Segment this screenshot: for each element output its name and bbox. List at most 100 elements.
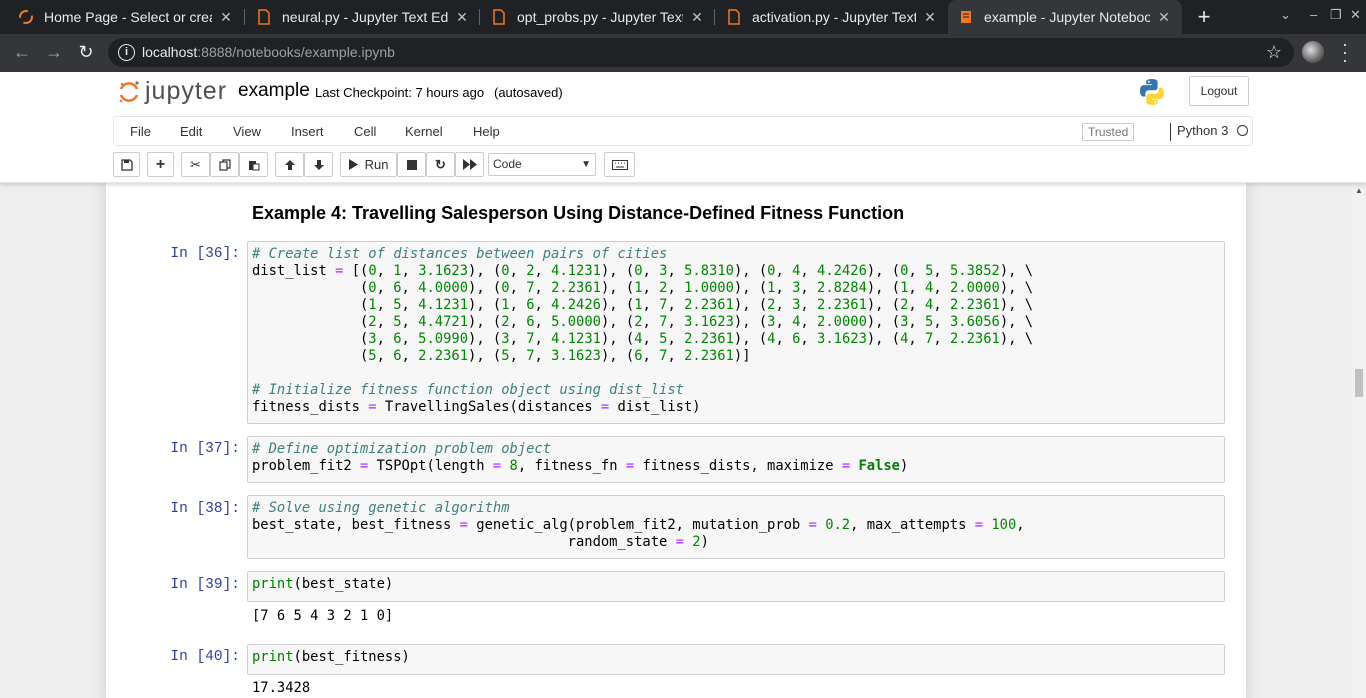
jupyter-header: jupyter example Last Checkpoint: 7 hours… <box>0 72 1366 183</box>
code-cell-39[interactable]: print(best_state) <box>247 571 1225 602</box>
save-icon <box>120 159 133 171</box>
close-icon[interactable]: ✕ <box>922 9 938 26</box>
file-icon <box>728 9 740 25</box>
code-cell-40[interactable]: print(best_fitness) <box>247 644 1225 675</box>
autosave-status: (autosaved) <box>494 85 563 100</box>
tab-example-notebook[interactable]: example - Jupyter Notebook ✕ <box>948 0 1182 34</box>
tab-opt-probs-py[interactable]: opt_probs.py - Jupyter Text Editor ✕ <box>481 0 715 34</box>
chevron-down-icon: ▼ <box>581 159 591 170</box>
bookmark-star-icon[interactable]: ☆ <box>1266 42 1282 63</box>
plus-icon: + <box>155 156 166 173</box>
tab-title: activation.py - Jupyter Text Editor <box>752 9 916 25</box>
code-editor[interactable]: print(best_state) <box>248 572 1224 597</box>
menu-help[interactable]: Help <box>473 124 500 139</box>
tab-title: neural.py - Jupyter Text Editor <box>282 9 448 25</box>
cell-output: 17.3428 <box>252 680 311 696</box>
arrow-up-icon <box>284 160 295 170</box>
menu-view[interactable]: View <box>233 124 261 139</box>
save-button[interactable] <box>113 152 140 177</box>
cell-prompt: In [37]: <box>170 441 240 457</box>
paste-button[interactable] <box>239 152 268 177</box>
move-up-button[interactable] <box>275 152 304 177</box>
code-cell-38[interactable]: # Solve using genetic algorithm best_sta… <box>247 495 1225 559</box>
close-icon[interactable]: ✕ <box>218 9 234 26</box>
address-bar: ← → ↻ i localhost:8888/notebooks/example… <box>0 34 1366 72</box>
close-icon[interactable]: ✕ <box>1156 9 1172 26</box>
run-label: Run <box>364 157 389 172</box>
browser-tab-bar: Home Page - Select or create ✕ neural.py… <box>0 0 1366 34</box>
forward-arrow-icon[interactable]: → <box>43 42 65 63</box>
code-editor[interactable]: # Create list of distances between pairs… <box>248 242 1224 420</box>
cell-type-value: Code <box>493 157 522 171</box>
tab-divider <box>244 9 245 25</box>
kernel-status-icon <box>1237 125 1248 136</box>
arrow-down-icon <box>313 160 324 170</box>
close-icon[interactable]: ✕ <box>454 9 470 26</box>
tab-activation-py[interactable]: activation.py - Jupyter Text Editor ✕ <box>716 0 948 34</box>
trusted-badge[interactable]: Trusted <box>1082 123 1135 141</box>
tab-home-page[interactable]: Home Page - Select or create ✕ <box>8 0 244 34</box>
window-close-icon[interactable]: ✕ <box>1350 7 1361 23</box>
stop-icon <box>406 160 417 170</box>
cut-button[interactable]: ✂ <box>181 152 210 177</box>
kernel-name[interactable]: Python 3 <box>1170 123 1228 141</box>
cell-type-select[interactable]: Code ▼ <box>488 153 596 176</box>
notebook-icon <box>961 11 971 23</box>
checkpoint-status: Last Checkpoint: 7 hours ago <box>315 85 485 100</box>
file-icon <box>258 9 270 25</box>
jupyter-wordmark: jupyter <box>145 77 228 105</box>
jupyter-icon <box>19 10 33 24</box>
site-info-icon[interactable]: i <box>118 44 135 61</box>
maximize-icon[interactable]: ❐ <box>1330 7 1342 23</box>
command-palette-button[interactable] <box>604 152 635 177</box>
url-input[interactable]: i localhost:8888/notebooks/example.ipynb… <box>108 38 1294 67</box>
scroll-up-icon[interactable]: ▲ <box>1355 186 1363 195</box>
scrollbar-thumb[interactable] <box>1355 369 1363 397</box>
logout-button[interactable]: Logout <box>1189 76 1249 106</box>
back-arrow-icon[interactable]: ← <box>11 42 33 63</box>
move-down-button[interactable] <box>304 152 333 177</box>
restart-button[interactable]: ↻ <box>426 152 455 177</box>
play-icon <box>349 159 358 170</box>
restart-run-all-button[interactable] <box>455 152 484 177</box>
close-icon[interactable]: ✕ <box>689 9 705 26</box>
url-text[interactable]: localhost:8888/notebooks/example.ipynb <box>142 44 395 60</box>
code-cell-36[interactable]: # Create list of distances between pairs… <box>247 241 1225 424</box>
cell-output: [7 6 5 4 3 2 1 0] <box>252 608 394 624</box>
code-editor[interactable]: # Solve using genetic algorithm best_sta… <box>248 496 1224 555</box>
notebook-name[interactable]: example <box>238 80 310 102</box>
copy-icon <box>218 159 231 171</box>
menu-insert[interactable]: Insert <box>291 124 324 139</box>
tab-title: opt_probs.py - Jupyter Text Editor <box>517 9 683 25</box>
browser-menu-icon[interactable]: · · · <box>1340 35 1350 69</box>
menu-kernel[interactable]: Kernel <box>405 124 443 139</box>
run-button[interactable]: Run <box>340 152 397 177</box>
menu-edit[interactable]: Edit <box>180 124 202 139</box>
markdown-heading: Example 4: Travelling Salesperson Using … <box>252 203 905 223</box>
tab-divider <box>479 9 480 25</box>
code-editor[interactable]: # Define optimization problem object pro… <box>248 437 1224 479</box>
cell-prompt: In [40]: <box>170 649 240 665</box>
menu-file[interactable]: File <box>130 124 151 139</box>
minimize-icon[interactable]: – <box>1310 7 1317 22</box>
code-editor[interactable]: print(best_fitness) <box>248 645 1224 670</box>
copy-button[interactable] <box>210 152 239 177</box>
interrupt-button[interactable] <box>397 152 426 177</box>
restart-icon: ↻ <box>435 157 446 172</box>
scrollbar[interactable]: ▲ <box>1352 183 1366 698</box>
cell-prompt: In [39]: <box>170 577 240 593</box>
insert-cell-button[interactable]: + <box>147 152 174 177</box>
jupyter-logo[interactable]: jupyter <box>118 77 227 106</box>
profile-avatar[interactable] <box>1302 41 1324 63</box>
menu-cell[interactable]: Cell <box>354 124 376 139</box>
python-logo-icon <box>1140 79 1164 105</box>
tab-divider <box>714 9 715 25</box>
tab-search-icon[interactable]: ⌄ <box>1280 7 1291 23</box>
new-tab-button[interactable]: + <box>1193 5 1215 29</box>
menu-bar: File Edit View Insert Cell Kernel Help T… <box>113 116 1253 146</box>
code-cell-37[interactable]: # Define optimization problem object pro… <box>247 436 1225 483</box>
reload-icon[interactable]: ↻ <box>75 42 97 63</box>
file-icon <box>493 9 505 25</box>
tab-neural-py[interactable]: neural.py - Jupyter Text Editor ✕ <box>246 0 480 34</box>
paste-icon <box>248 161 259 171</box>
